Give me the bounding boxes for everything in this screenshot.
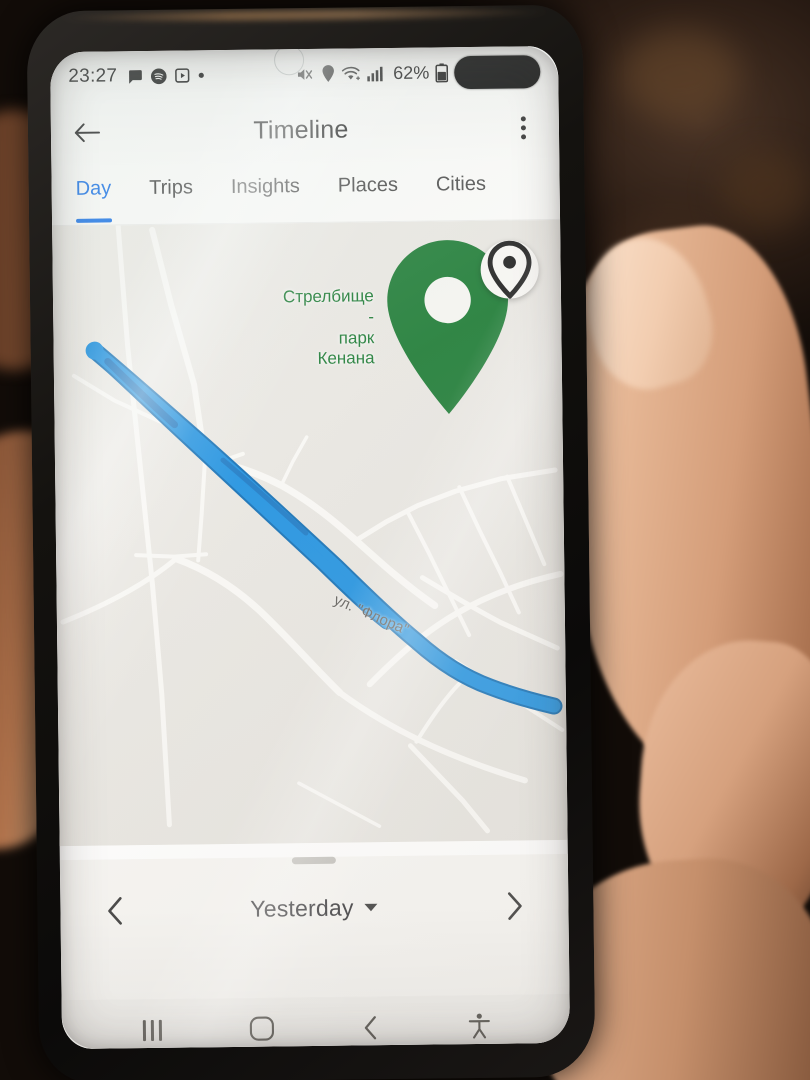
date-selector[interactable]: Yesterday [250, 894, 379, 923]
map-view[interactable]: Стрелбище - парк Кенана ул. "Флора" [52, 219, 568, 847]
accessibility-person-icon [468, 1013, 490, 1039]
recents-button[interactable] [127, 1007, 178, 1049]
chevron-left-icon [107, 896, 122, 925]
page-title: Timeline [253, 115, 349, 145]
app-bar: Timeline [50, 95, 560, 165]
chevron-left-icon [364, 1015, 377, 1039]
wifi-icon [341, 66, 361, 80]
bokeh-light [600, 210, 740, 320]
map-canvas [52, 219, 568, 847]
my-location-button[interactable] [480, 240, 540, 299]
more-vertical-icon [520, 133, 526, 139]
bokeh-light [720, 150, 810, 230]
map-pin-outline-icon [487, 240, 532, 299]
tab-cities[interactable]: Cities [436, 171, 486, 197]
bottom-sheet: Yesterday [59, 853, 570, 1001]
photograph-of-phone-in-hand: 23:27 62% Timeline Day Trips Insights Pl… [0, 0, 810, 1080]
thumbnail [569, 224, 727, 402]
back-nav-button[interactable] [345, 1004, 396, 1049]
home-circle-icon [249, 1016, 274, 1041]
arrow-left-icon [74, 123, 101, 143]
spotify-icon [151, 68, 167, 84]
date-label: Yesterday [250, 894, 354, 922]
tab-trips[interactable]: Trips [149, 174, 193, 200]
more-vertical-icon [520, 124, 526, 130]
previous-day-button[interactable] [92, 888, 137, 933]
android-nav-bar [61, 993, 571, 1050]
battery-icon [435, 62, 449, 82]
tab-day[interactable]: Day [75, 175, 112, 200]
video-play-icon [175, 68, 190, 83]
bokeh-light [620, 30, 740, 120]
chat-bubble-icon [129, 69, 142, 84]
phone-screen: 23:27 62% Timeline Day Trips Insights Pl… [49, 45, 571, 1050]
recents-icon [142, 1019, 163, 1041]
more-vertical-icon [520, 115, 526, 121]
battery-percent-label: 62% [393, 62, 430, 83]
cellular-signal-icon [367, 66, 383, 81]
date-navigation: Yesterday [60, 861, 569, 933]
status-clock: 23:27 [68, 65, 118, 87]
accessibility-button[interactable] [454, 1003, 505, 1049]
caret-down-icon [364, 903, 378, 912]
tab-insights[interactable]: Insights [231, 173, 300, 199]
overflow-menu-button[interactable] [503, 105, 544, 149]
dot-icon [198, 72, 204, 78]
camera-cutout [454, 55, 541, 90]
chevron-right-icon [507, 891, 522, 920]
next-day-button[interactable] [492, 883, 537, 928]
tab-places[interactable]: Places [338, 172, 398, 198]
phone-body: 23:27 62% Timeline Day Trips Insights Pl… [26, 4, 596, 1080]
location-active-icon [322, 65, 334, 82]
tab-bar: Day Trips Insights Places Cities [51, 157, 561, 227]
knuckle [629, 633, 810, 947]
status-left-icons [126, 67, 205, 85]
status-bar: 23:27 62% [49, 45, 559, 103]
home-button[interactable] [236, 1005, 287, 1049]
